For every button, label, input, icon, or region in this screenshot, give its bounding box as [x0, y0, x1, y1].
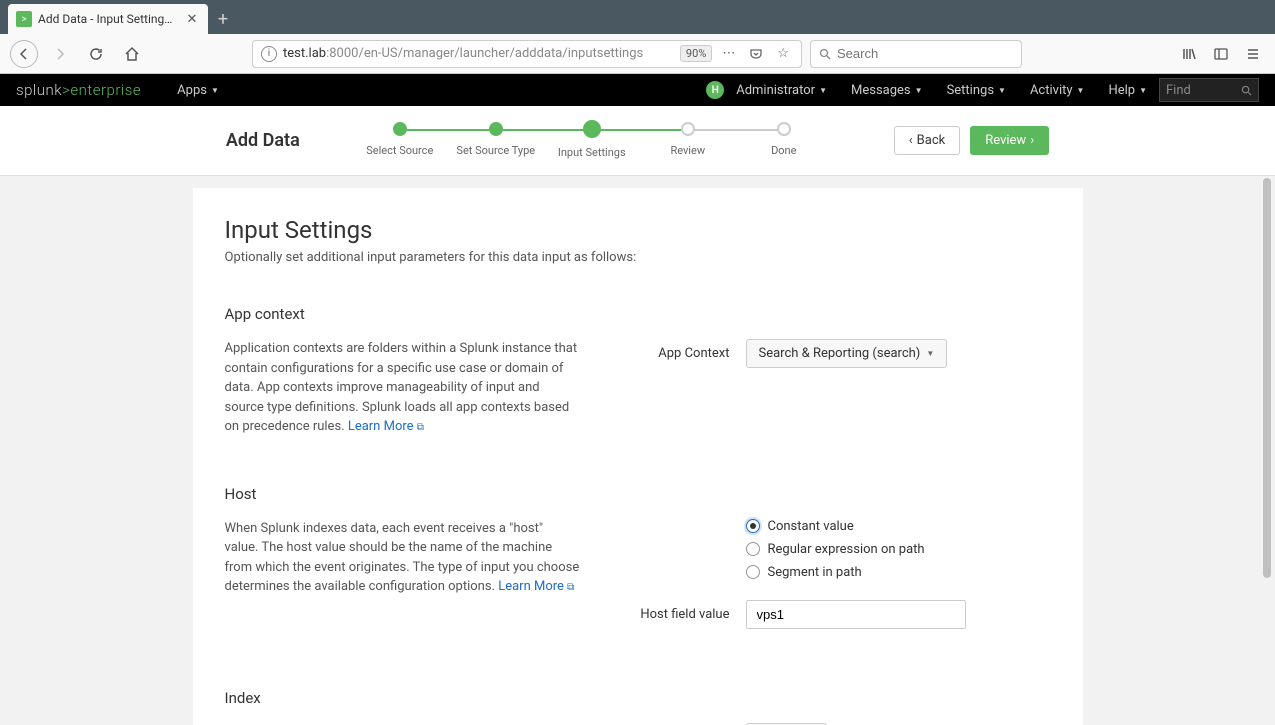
wizard-title: Add Data: [226, 130, 300, 151]
browser-toolbar: i test.lab:8000/en-US/manager/launcher/a…: [0, 34, 1275, 74]
browser-tab[interactable]: > Add Data - Input Settings | Sp ✕: [8, 4, 208, 34]
browser-search-bar[interactable]: [810, 40, 1022, 68]
content-card: Input Settings Optionally set additional…: [193, 188, 1083, 725]
user-avatar[interactable]: H: [706, 81, 724, 99]
reload-button[interactable]: [82, 40, 110, 68]
apps-menu[interactable]: Apps▼: [165, 74, 231, 106]
find-placeholder: Find: [1166, 83, 1191, 98]
scrollbar[interactable]: [1263, 178, 1273, 588]
host-radio-segment[interactable]: Segment in path: [746, 565, 925, 580]
find-search-icon: [1241, 85, 1252, 96]
step-done: Done: [736, 122, 832, 157]
host-field-label: Host field value: [620, 607, 730, 622]
url-bar[interactable]: i test.lab:8000/en-US/manager/launcher/a…: [252, 40, 802, 68]
step-select-source: Select Source: [352, 122, 448, 157]
pocket-icon[interactable]: [745, 43, 767, 65]
help-menu[interactable]: Help▼: [1096, 74, 1159, 106]
review-button[interactable]: Review›: [970, 126, 1049, 155]
section-index: Index Splunk stores incoming data as eve…: [225, 689, 1051, 725]
tab-close-icon[interactable]: ✕: [184, 11, 200, 27]
app-context-dropdown[interactable]: Search & Reporting (search)▼: [746, 339, 948, 368]
back-button[interactable]: [10, 40, 38, 68]
splunk-nav-bar: splunk>enterprise Apps▼ H Administrator▼…: [0, 74, 1275, 106]
activity-menu[interactable]: Activity▼: [1018, 74, 1096, 106]
external-link-icon: ⧉: [567, 582, 574, 593]
step-review: Review: [640, 122, 736, 157]
browser-search-input[interactable]: [837, 46, 1013, 61]
messages-menu[interactable]: Messages▼: [839, 74, 935, 106]
home-button[interactable]: [118, 40, 146, 68]
app-context-title: App context: [225, 305, 1051, 323]
splunk-logo[interactable]: splunk>enterprise: [16, 81, 141, 99]
new-tab-button[interactable]: +: [208, 4, 238, 34]
app-context-learn-more-link[interactable]: Learn More ⧉: [348, 419, 424, 434]
page-heading: Input Settings: [225, 216, 1051, 244]
caret-down-icon: ▼: [926, 349, 934, 358]
external-link-icon: ⧉: [417, 422, 424, 433]
tab-favicon-icon: >: [16, 11, 32, 27]
radio-icon: [746, 519, 760, 533]
app-context-description: Application contexts are folders within …: [225, 339, 580, 437]
host-description: When Splunk indexes data, each event rec…: [225, 519, 580, 641]
library-icon[interactable]: [1177, 42, 1201, 66]
host-radio-constant[interactable]: Constant value: [746, 519, 925, 534]
page-subtext: Optionally set additional input paramete…: [225, 250, 1051, 265]
step-set-source-type: Set Source Type: [448, 122, 544, 157]
more-icon[interactable]: ⋯: [718, 42, 739, 65]
forward-button: [46, 40, 74, 68]
back-wizard-button[interactable]: ‹Back: [894, 126, 960, 155]
zoom-badge[interactable]: 90%: [680, 45, 712, 62]
tab-title: Add Data - Input Settings | Sp: [38, 12, 178, 26]
chevron-left-icon: ‹: [909, 133, 913, 148]
settings-menu[interactable]: Settings▼: [935, 74, 1018, 106]
section-app-context: App context Application contexts are fol…: [225, 305, 1051, 437]
host-title: Host: [225, 485, 1051, 503]
host-learn-more-link[interactable]: Learn More ⧉: [498, 579, 574, 594]
hamburger-menu-icon[interactable]: [1241, 42, 1265, 66]
search-icon: [819, 48, 831, 60]
sidebar-icon[interactable]: [1209, 42, 1233, 66]
radio-icon: [746, 542, 760, 556]
host-radio-regex[interactable]: Regular expression on path: [746, 542, 925, 557]
site-info-icon[interactable]: i: [261, 46, 277, 62]
content-wrapper[interactable]: Input Settings Optionally set additional…: [0, 176, 1275, 725]
wizard-header: Add Data Select Source Set Source Type I…: [0, 106, 1275, 176]
chevron-right-icon: ›: [1030, 133, 1034, 148]
section-host: Host When Splunk indexes data, each even…: [225, 485, 1051, 641]
bookmark-star-icon[interactable]: ☆: [773, 42, 793, 65]
browser-tab-bar: > Add Data - Input Settings | Sp ✕ +: [0, 0, 1275, 34]
find-box[interactable]: Find: [1159, 78, 1259, 102]
host-field-input[interactable]: [746, 600, 966, 629]
step-input-settings: Input Settings: [544, 122, 640, 159]
app-context-label: App Context: [620, 346, 730, 361]
administrator-menu[interactable]: Administrator▼: [724, 74, 839, 106]
wizard-steps: Select Source Set Source Type Input Sett…: [352, 122, 832, 159]
radio-icon: [746, 565, 760, 579]
url-text: test.lab:8000/en-US/manager/launcher/add…: [283, 46, 674, 61]
index-title: Index: [225, 689, 1051, 707]
